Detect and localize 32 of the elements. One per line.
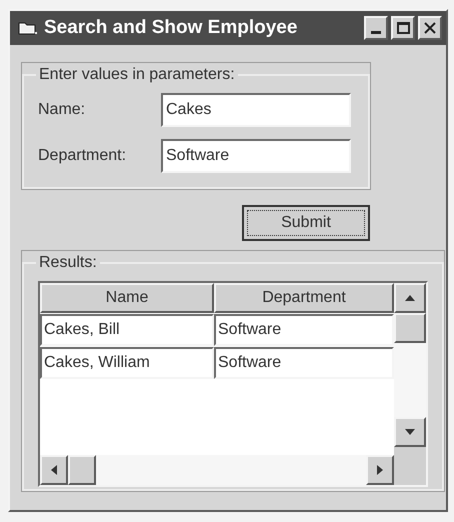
window-icon <box>18 20 38 36</box>
up-arrow-icon <box>405 295 415 301</box>
scroll-thumb[interactable] <box>68 455 96 485</box>
minimize-icon <box>371 31 381 34</box>
group-label: Results: <box>38 253 98 273</box>
input-field[interactable]: Software <box>161 139 351 173</box>
maximize-icon <box>396 22 410 34</box>
scroll-down-button[interactable] <box>394 417 426 447</box>
window-title: Search and Show Employee <box>44 16 298 40</box>
right-arrow-icon <box>377 465 383 475</box>
column-header[interactable]: Department <box>214 283 394 313</box>
scroll-right-button[interactable] <box>366 455 394 485</box>
scroll-thumb[interactable] <box>394 313 426 343</box>
maximize-button[interactable] <box>391 16 415 40</box>
close-button[interactable] <box>418 16 442 40</box>
group-label: Enter values in parameters: <box>38 65 236 85</box>
close-icon <box>424 22 436 34</box>
table-cell: Cakes, William <box>40 347 214 379</box>
left-arrow-icon <box>51 465 57 475</box>
field-label: Name: <box>38 100 86 120</box>
scroll-left-button[interactable] <box>40 455 68 485</box>
scrollbar-corner <box>394 447 426 485</box>
input-field[interactable]: Cakes <box>161 93 351 127</box>
down-arrow-icon <box>405 429 415 435</box>
table-cell: Cakes, Bill <box>40 314 214 346</box>
column-header[interactable]: Name <box>40 283 214 313</box>
minimize-button[interactable] <box>364 16 388 40</box>
table-cell: Software <box>214 314 394 346</box>
submit-button[interactable]: Submit <box>242 205 370 241</box>
table-cell: Software <box>214 347 394 379</box>
field-label: Department: <box>38 146 128 166</box>
scroll-up-button[interactable] <box>394 283 426 313</box>
